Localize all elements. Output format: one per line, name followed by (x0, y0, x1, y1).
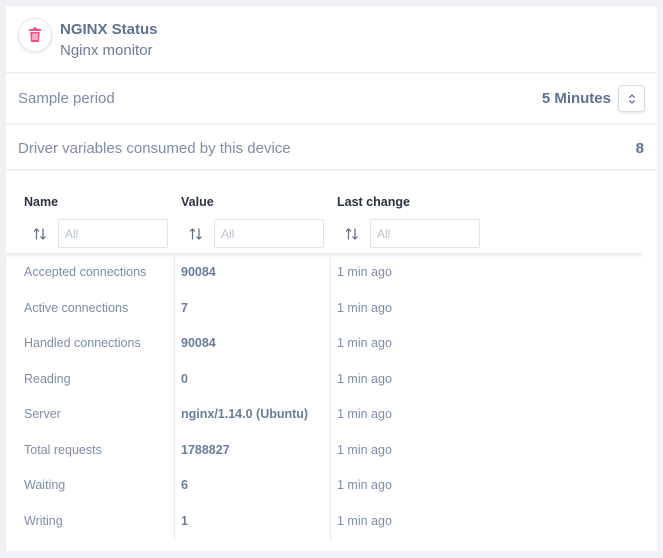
table-row: Reading 0 1 min ago (6, 362, 642, 397)
table-row: Handled connections 90084 1 min ago (6, 326, 642, 361)
row-last-change: 1 min ago (337, 407, 392, 421)
row-name: Accepted connections (24, 265, 147, 279)
row-name: Handled connections (24, 336, 141, 350)
row-last-change: 1 min ago (337, 265, 392, 279)
trash-icon (29, 27, 41, 42)
value-filter-input[interactable] (214, 219, 324, 248)
row-name: Writing (24, 513, 63, 528)
row-last-change: 1 min ago (337, 478, 392, 492)
sample-period-stepper[interactable] (618, 85, 645, 112)
sort-icon[interactable] (32, 227, 48, 241)
up-down-chevron-icon (628, 93, 635, 104)
row-last-change: 1 min ago (337, 371, 392, 386)
sample-period-value: 5 Minutes (541, 90, 611, 107)
sort-icon[interactable] (188, 227, 204, 241)
table-row: Writing 1 1 min ago (6, 504, 642, 539)
row-value: 1 (181, 513, 188, 528)
driver-variables-label: Driver variables consumed by this device (18, 140, 291, 157)
row-value: 90084 (181, 265, 216, 279)
last-change-filter-input[interactable] (370, 219, 480, 248)
row-name: Server (24, 407, 61, 421)
column-header-value[interactable]: Value (181, 195, 214, 209)
device-subtitle: Nginx monitor (60, 42, 153, 59)
device-header-card: NGINX Status Nginx monitor (6, 6, 657, 72)
table-row: Accepted connections 90084 1 min ago (6, 255, 642, 290)
driver-variables-row: Driver variables consumed by this device… (6, 125, 657, 169)
sort-icon[interactable] (344, 227, 360, 241)
row-last-change: 1 min ago (337, 513, 392, 528)
row-last-change: 1 min ago (337, 442, 392, 457)
row-last-change: 1 min ago (337, 336, 392, 350)
table-row: Waiting 6 1 min ago (6, 468, 642, 503)
row-value: 1788827 (181, 442, 230, 457)
driver-variables-count: 8 (635, 140, 644, 157)
row-value: 7 (181, 300, 188, 315)
table-row: Total requests 1788827 1 min ago (6, 433, 642, 468)
sample-period-row: Sample period 5 Minutes (6, 74, 657, 123)
row-last-change: 1 min ago (337, 300, 392, 315)
variables-table: Name Value Last change Accepted connecti… (6, 171, 657, 551)
column-header-last-change[interactable]: Last change (337, 195, 410, 209)
table-row: Server nginx/1.14.0 (Ubuntu) 1 min ago (6, 397, 642, 432)
sample-period-label: Sample period (18, 90, 115, 107)
device-icon-badge (18, 18, 52, 52)
row-name: Total requests (24, 442, 102, 457)
row-value: 90084 (181, 336, 216, 350)
device-title: NGINX Status (60, 21, 158, 38)
row-name: Active connections (24, 300, 129, 315)
row-value: 6 (181, 478, 188, 492)
name-filter-input[interactable] (58, 219, 168, 248)
row-name: Reading (24, 371, 71, 386)
row-value: nginx/1.14.0 (Ubuntu) (181, 407, 309, 421)
row-value: 0 (181, 371, 188, 386)
column-header-name[interactable]: Name (24, 195, 58, 209)
row-name: Waiting (24, 478, 66, 492)
table-row: Active connections 7 1 min ago (6, 291, 642, 326)
